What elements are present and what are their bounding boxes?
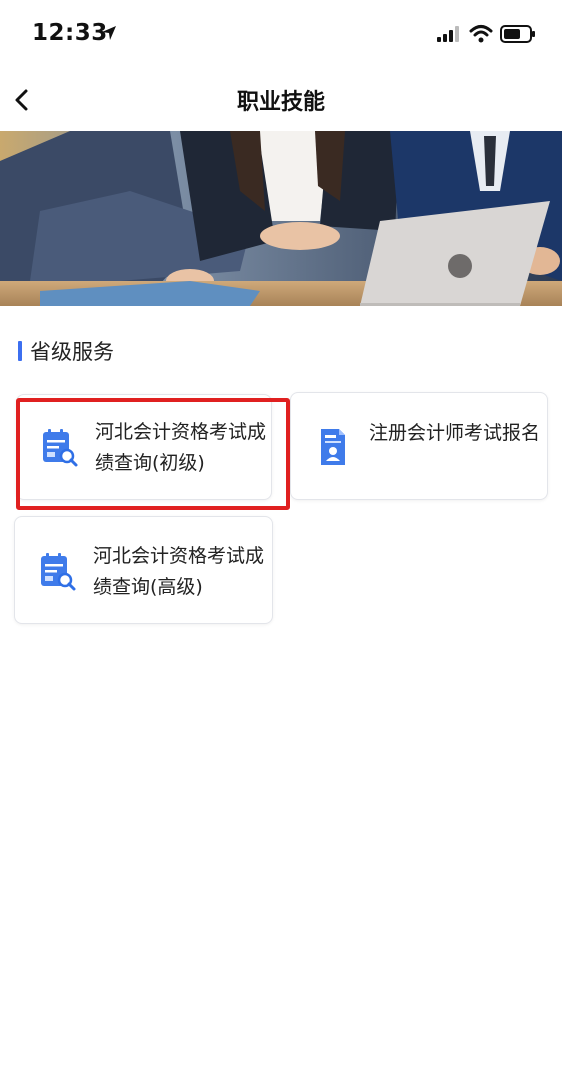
banner-image [0, 131, 562, 306]
section-header: 省级服务 [18, 337, 114, 365]
status-bar: 12:33 [0, 0, 562, 64]
section-accent-bar [18, 341, 22, 361]
service-card-label: 注册会计师考试报名 [369, 422, 541, 444]
page-title: 职业技能 [236, 90, 325, 115]
service-card-cpa-registration[interactable]: 注册会计师考试报名 [290, 392, 548, 500]
banner-illustration [0, 131, 562, 306]
score-query-icon [43, 429, 78, 467]
location-arrow-icon [102, 26, 116, 40]
status-time: 12:33 [32, 20, 108, 46]
score-query-icon [41, 553, 76, 591]
nav-bar: 职业技能 [0, 72, 562, 128]
wifi-icon [469, 25, 493, 43]
service-card-label: 河北会计资格考试成绩查询(高级) [93, 545, 265, 598]
section-title: 省级服务 [30, 340, 114, 364]
registration-form-icon [321, 429, 345, 465]
battery-icon [500, 25, 535, 43]
cellular-signal-icon [437, 26, 459, 42]
service-card-score-query-junior[interactable]: 河北会计资格考试成绩查询(初级) [16, 394, 272, 500]
service-card-label: 河北会计资格考试成绩查询(初级) [95, 421, 267, 474]
service-card-score-query-senior[interactable]: 河北会计资格考试成绩查询(高级) [14, 516, 273, 624]
